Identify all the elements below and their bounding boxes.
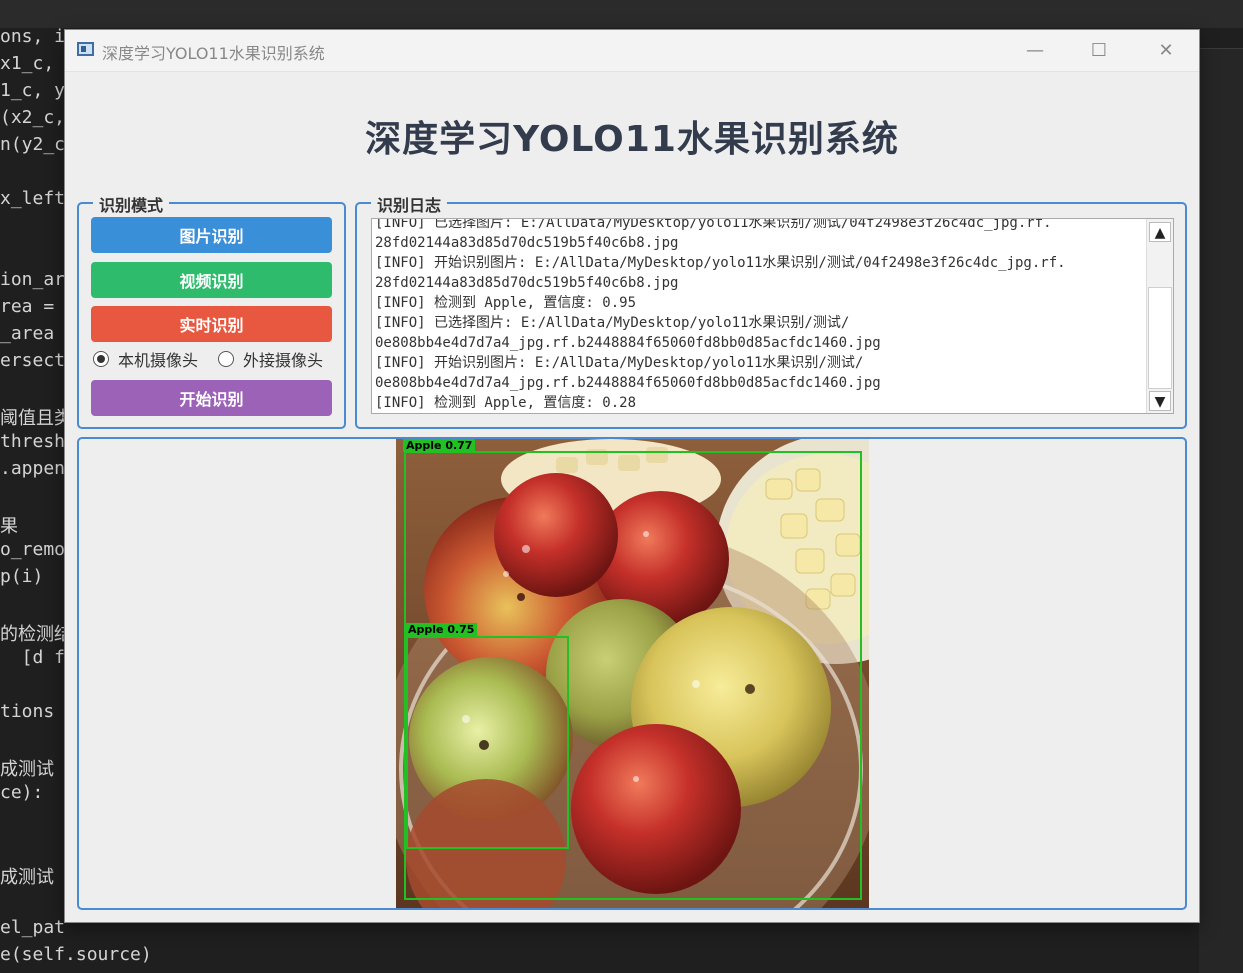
start-detect-button[interactable]: 开始识别: [91, 380, 332, 416]
code-line: .appen: [0, 458, 66, 479]
code-line: 的检测结: [0, 624, 72, 645]
log-line: 0e808bb4e4d7d7a4_jpg.rf.b2448884f65060fd…: [375, 375, 881, 391]
code-line: e(self.source): [0, 944, 152, 965]
log-scrollbar[interactable]: ▲ ▼: [1146, 219, 1173, 413]
video-detect-button[interactable]: 视频识别: [91, 262, 332, 298]
code-line: 果: [0, 516, 18, 537]
code-line: (x2_c,: [0, 107, 66, 128]
log-line: [INFO] 已选择图片: E:/AllData/MyDesktop/yolo1…: [375, 218, 1052, 231]
window-titlebar[interactable]: 深度学习YOLO11水果识别系统 — ☐ ✕: [65, 30, 1199, 72]
window-title: 深度学习YOLO11水果识别系统: [102, 44, 325, 63]
code-line: o_remo: [0, 539, 66, 560]
close-button[interactable]: ✕: [1146, 38, 1186, 64]
code-line: x_left: [0, 188, 66, 209]
scroll-down-icon[interactable]: ▼: [1149, 391, 1171, 411]
editor-topbar: [0, 0, 1243, 28]
result-image: Apple 0.77 Apple 0.75: [396, 439, 869, 908]
code-line: x1_c,: [0, 53, 55, 74]
editor-right-pane: [1199, 48, 1243, 973]
code-line: 1_c, y: [0, 80, 66, 101]
close-icon: ✕: [1158, 40, 1174, 61]
log-line: [INFO] 开始识别图片: E:/AllData/MyDesktop/yolo…: [375, 355, 864, 371]
log-line: [INFO] 开始识别图片: E:/AllData/MyDesktop/yolo…: [375, 255, 1066, 271]
log-line: 28fd02144a83d85d70dc519b5f40c6b8.jpg: [375, 235, 679, 251]
log-line: [INFO] 检测到 Apple, 置信度: 0.28: [375, 395, 637, 411]
local-camera-radio[interactable]: 本机摄像头: [93, 347, 198, 371]
code-line: rea =: [0, 296, 55, 317]
page-title: 深度学习YOLO11水果识别系统: [365, 119, 899, 160]
detection-label: Apple 0.75: [405, 623, 478, 636]
minimize-icon: —: [1026, 40, 1044, 61]
code-line: _area: [0, 323, 55, 344]
external-camera-radio[interactable]: 外接摄像头: [218, 347, 323, 371]
image-display-panel: Apple 0.77 Apple 0.75: [77, 437, 1187, 910]
log-line: [INFO] 已选择图片: E:/AllData/MyDesktop/yolo1…: [375, 315, 850, 331]
realtime-detect-button[interactable]: 实时识别: [91, 306, 332, 342]
scroll-up-icon[interactable]: ▲: [1149, 222, 1171, 242]
log-line: 28fd02144a83d85d70dc519b5f40c6b8.jpg: [375, 275, 679, 291]
log-panel-title: 识别日志: [371, 192, 448, 216]
code-line: ce):: [0, 782, 44, 803]
log-textarea[interactable]: [INFO] 已选择图片: E:/AllData/MyDesktop/yolo1…: [371, 218, 1174, 414]
radio-indicator: [93, 351, 109, 367]
external-camera-label: 外接摄像头: [243, 351, 324, 370]
maximize-icon: ☐: [1090, 40, 1108, 61]
log-line: 0e808bb4e4d7d7a4_jpg.rf.b2448884f65060fd…: [375, 335, 881, 351]
app-window: 深度学习YOLO11水果识别系统 — ☐ ✕ 深度学习YOLO11水果识别系统 …: [65, 30, 1199, 922]
code-line: ersect: [0, 350, 66, 371]
image-detect-button[interactable]: 图片识别: [91, 217, 332, 253]
radio-indicator: [218, 351, 234, 367]
log-lines: [INFO] 已选择图片: E:/AllData/MyDesktop/yolo1…: [375, 218, 1145, 413]
code-line: thresh: [0, 431, 66, 452]
local-camera-label: 本机摄像头: [118, 351, 199, 370]
code-line: ion_ar: [0, 269, 66, 290]
detection-box: [406, 636, 569, 849]
mode-panel: 识别模式 图片识别 视频识别 实时识别 本机摄像头 外接摄像头 开始识别: [77, 192, 346, 429]
code-line: tions: [0, 701, 55, 722]
code-line: p(i): [0, 566, 44, 587]
code-line: el_pat: [0, 917, 66, 938]
detection-label: Apple 0.77: [403, 439, 476, 452]
code-line: ons, i: [0, 26, 66, 47]
code-line: n(y2_c: [0, 134, 66, 155]
mode-panel-title: 识别模式: [93, 192, 170, 216]
code-line: 阈值且类: [0, 408, 72, 429]
log-line: [INFO] 检测到 Apple, 置信度: 0.95: [375, 295, 637, 311]
scroll-thumb[interactable]: [1148, 287, 1172, 389]
maximize-button[interactable]: ☐: [1079, 38, 1119, 64]
minimize-button[interactable]: —: [1015, 38, 1055, 64]
log-panel: 识别日志 [INFO] 已选择图片: E:/AllData/MyDesktop/…: [355, 192, 1187, 429]
app-window-icon: [77, 42, 94, 56]
